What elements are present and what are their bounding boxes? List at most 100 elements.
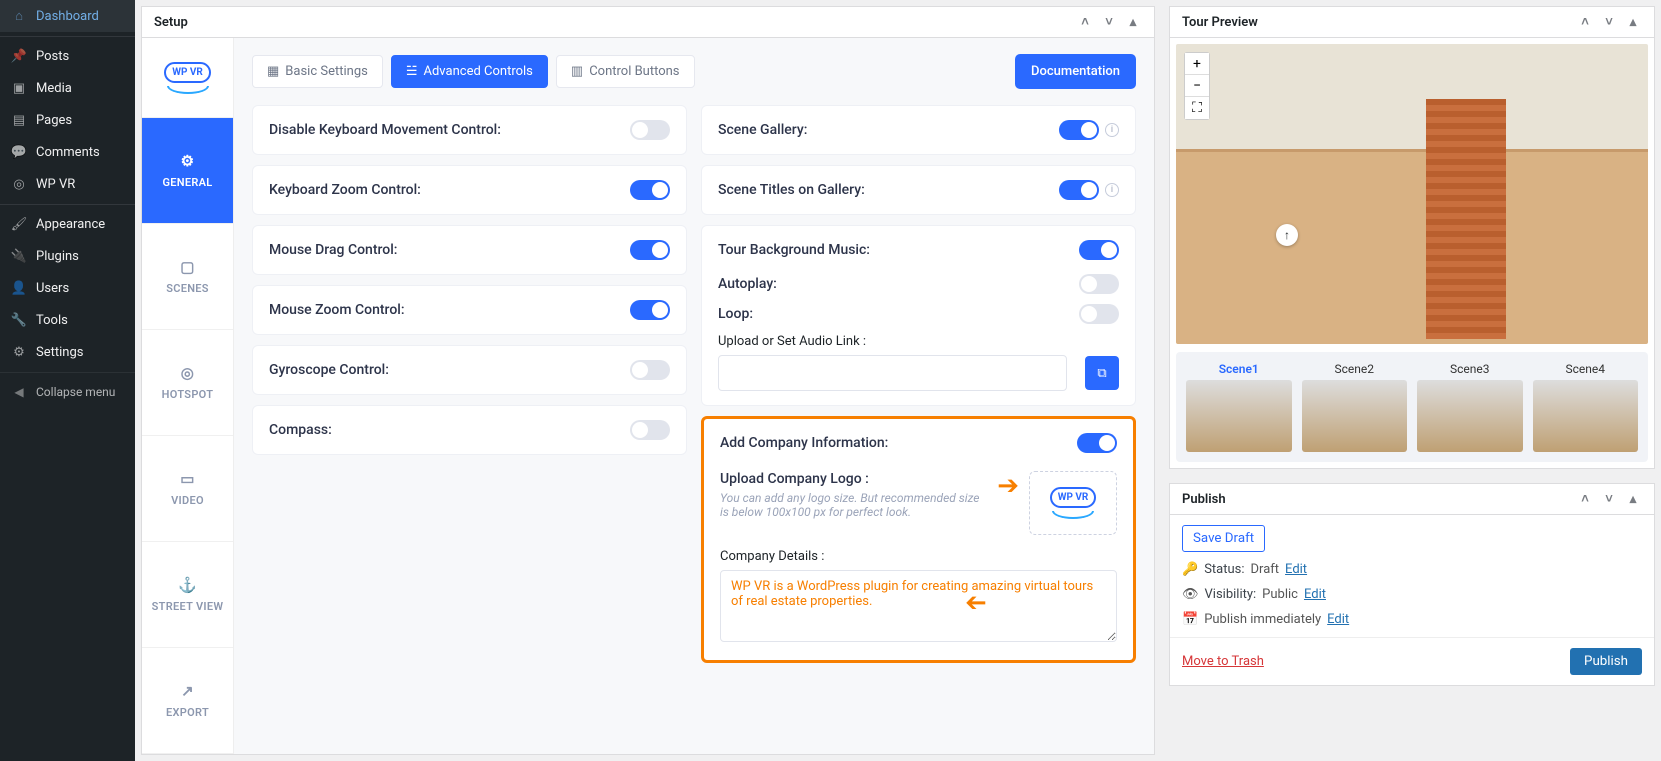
sidetab-general[interactable]: ⚙GENERAL	[142, 118, 233, 224]
viewer-controls: + − ⛶	[1184, 52, 1210, 120]
tour-preview-panel: Tour Preview ˄ ˅ ▴ + − ⛶ ↑	[1169, 6, 1655, 469]
publish-button[interactable]: Publish	[1570, 648, 1642, 675]
arrow-left-icon: ➔	[965, 588, 987, 618]
opt-keyboard-move: Disable Keyboard Movement Control:	[252, 105, 687, 155]
pano-viewer[interactable]: + − ⛶ ↑	[1176, 44, 1648, 344]
panel-toggle-icon[interactable]: ▴	[1624, 490, 1642, 508]
scenes-icon: ▢	[180, 258, 194, 276]
schedule-row: 📅Publish immediately Edit	[1182, 612, 1642, 627]
sliders-icon: ☱	[406, 64, 418, 79]
scene-thumb-1[interactable]: Scene1	[1186, 362, 1292, 452]
company-info-card: Add Company Information: Upload Company …	[701, 416, 1136, 663]
dashboard-icon: ⌂	[10, 7, 28, 25]
upload-audio-button[interactable]: ⧉	[1085, 356, 1119, 390]
info-icon[interactable]: i	[1105, 183, 1119, 197]
toggle-scene-gallery[interactable]	[1059, 120, 1099, 140]
comment-icon: 💬	[10, 143, 28, 161]
tab-control-buttons[interactable]: ▥Control Buttons	[556, 55, 695, 88]
nav-dashboard[interactable]: ⌂Dashboard	[0, 0, 135, 32]
collapse-menu[interactable]: ◀Collapse menu	[0, 372, 135, 408]
vr-icon: ◎	[10, 175, 28, 193]
panel-up-icon[interactable]: ˄	[1576, 13, 1594, 31]
opt-compass: Compass:	[252, 405, 687, 455]
grid-icon: ▦	[267, 64, 279, 79]
scene-thumb-2[interactable]: Scene2	[1302, 362, 1408, 452]
move-to-trash-link[interactable]: Move to Trash	[1182, 654, 1264, 669]
sidetab-street[interactable]: ⚓STREET VIEW	[142, 542, 233, 648]
nav-appearance[interactable]: 🖌Appearance	[0, 204, 135, 240]
nav-tools[interactable]: 🔧Tools	[0, 304, 135, 336]
scene-thumb-3[interactable]: Scene3	[1417, 362, 1523, 452]
nav-comments[interactable]: 💬Comments	[0, 136, 135, 168]
panel-down-icon[interactable]: ˅	[1600, 13, 1618, 31]
preview-title: Tour Preview	[1182, 15, 1258, 30]
fullscreen-button[interactable]: ⛶	[1185, 97, 1209, 119]
gear-icon: ⚙	[10, 343, 28, 361]
nav-users[interactable]: 👤Users	[0, 272, 135, 304]
audio-link-input[interactable]	[718, 355, 1067, 391]
visibility-row: 👁Visibility: Public Edit	[1182, 587, 1642, 602]
toggle-keyboard-move[interactable]	[630, 120, 670, 140]
sidetab-video[interactable]: ▭VIDEO	[142, 436, 233, 542]
company-details-input[interactable]	[720, 570, 1117, 642]
zoom-in-button[interactable]: +	[1185, 53, 1209, 75]
tab-advanced-controls[interactable]: ☱Advanced Controls	[391, 55, 548, 88]
sidetab-export[interactable]: ↗EXPORT	[142, 648, 233, 754]
pages-icon: ▤	[10, 111, 28, 129]
plug-icon: 🔌	[10, 247, 28, 265]
export-icon: ↗	[181, 682, 194, 700]
bg-music-card: Tour Background Music: Autoplay: Loop: U…	[701, 225, 1136, 406]
toggle-compass[interactable]	[630, 420, 670, 440]
toggle-autoplay[interactable]	[1079, 274, 1119, 294]
hotspot-marker[interactable]: ↑	[1276, 224, 1298, 246]
edit-schedule-link[interactable]: Edit	[1327, 612, 1349, 627]
company-logo-slot[interactable]: WP VR	[1029, 471, 1117, 535]
setup-panel: Setup ˄ ˅ ▴ WP VR ⚙GENERAL ▢SCENES ◎HOTS…	[141, 6, 1155, 755]
sidetab-hotspot[interactable]: ◎HOTSPOT	[142, 330, 233, 436]
nav-plugins[interactable]: 🔌Plugins	[0, 240, 135, 272]
collapse-icon: ◀	[10, 383, 28, 401]
panel-down-icon[interactable]: ˅	[1100, 13, 1118, 31]
panel-down-icon[interactable]: ˅	[1600, 490, 1618, 508]
nav-wpvr[interactable]: ◎WP VR	[0, 168, 135, 200]
gear-icon: ⚙	[181, 152, 195, 170]
company-logo-hint: You can add any logo size. But recommend…	[720, 491, 987, 519]
toggle-bg-music[interactable]	[1079, 240, 1119, 260]
tab-basic-settings[interactable]: ▦Basic Settings	[252, 55, 383, 88]
user-icon: 👤	[10, 279, 28, 297]
setup-side-nav: WP VR ⚙GENERAL ▢SCENES ◎HOTSPOT ▭VIDEO ⚓…	[142, 38, 234, 754]
panel-toggle-icon[interactable]: ▴	[1624, 13, 1642, 31]
sidetab-scenes[interactable]: ▢SCENES	[142, 224, 233, 330]
toggle-gyroscope[interactable]	[630, 360, 670, 380]
eye-icon: 👁	[1182, 587, 1199, 602]
panel-up-icon[interactable]: ˄	[1076, 13, 1094, 31]
opt-scene-gallery: Scene Gallery:i	[701, 105, 1136, 155]
nav-posts[interactable]: 📌Posts	[0, 36, 135, 72]
toggle-scene-titles[interactable]	[1059, 180, 1099, 200]
scene-thumb-4[interactable]: Scene4	[1533, 362, 1639, 452]
edit-visibility-link[interactable]: Edit	[1304, 587, 1326, 602]
toggle-loop[interactable]	[1079, 304, 1119, 324]
nav-media[interactable]: ▣Media	[0, 72, 135, 104]
company-logo-label: Upload Company Logo :	[720, 471, 987, 487]
info-icon[interactable]: i	[1105, 123, 1119, 137]
anchor-icon: ⚓	[178, 576, 197, 594]
toggle-mouse-zoom[interactable]	[630, 300, 670, 320]
toggle-mouse-drag[interactable]	[630, 240, 670, 260]
panel-up-icon[interactable]: ˄	[1576, 490, 1594, 508]
wpvr-logo: WP VR	[142, 38, 233, 118]
save-draft-button[interactable]: Save Draft	[1182, 525, 1265, 552]
edit-status-link[interactable]: Edit	[1285, 562, 1307, 577]
toggle-keyboard-zoom[interactable]	[630, 180, 670, 200]
nav-pages[interactable]: ▤Pages	[0, 104, 135, 136]
nav-settings[interactable]: ⚙Settings	[0, 336, 135, 368]
toggle-company-info[interactable]	[1077, 433, 1117, 453]
documentation-button[interactable]: Documentation	[1015, 54, 1136, 89]
opt-mouse-zoom: Mouse Zoom Control:	[252, 285, 687, 335]
opt-mouse-drag: Mouse Drag Control:	[252, 225, 687, 275]
video-icon: ▭	[180, 470, 194, 488]
panel-toggle-icon[interactable]: ▴	[1124, 13, 1142, 31]
zoom-out-button[interactable]: −	[1185, 75, 1209, 97]
audio-upload-label: Upload or Set Audio Link :	[718, 334, 1119, 349]
opt-scene-titles: Scene Titles on Gallery:i	[701, 165, 1136, 215]
